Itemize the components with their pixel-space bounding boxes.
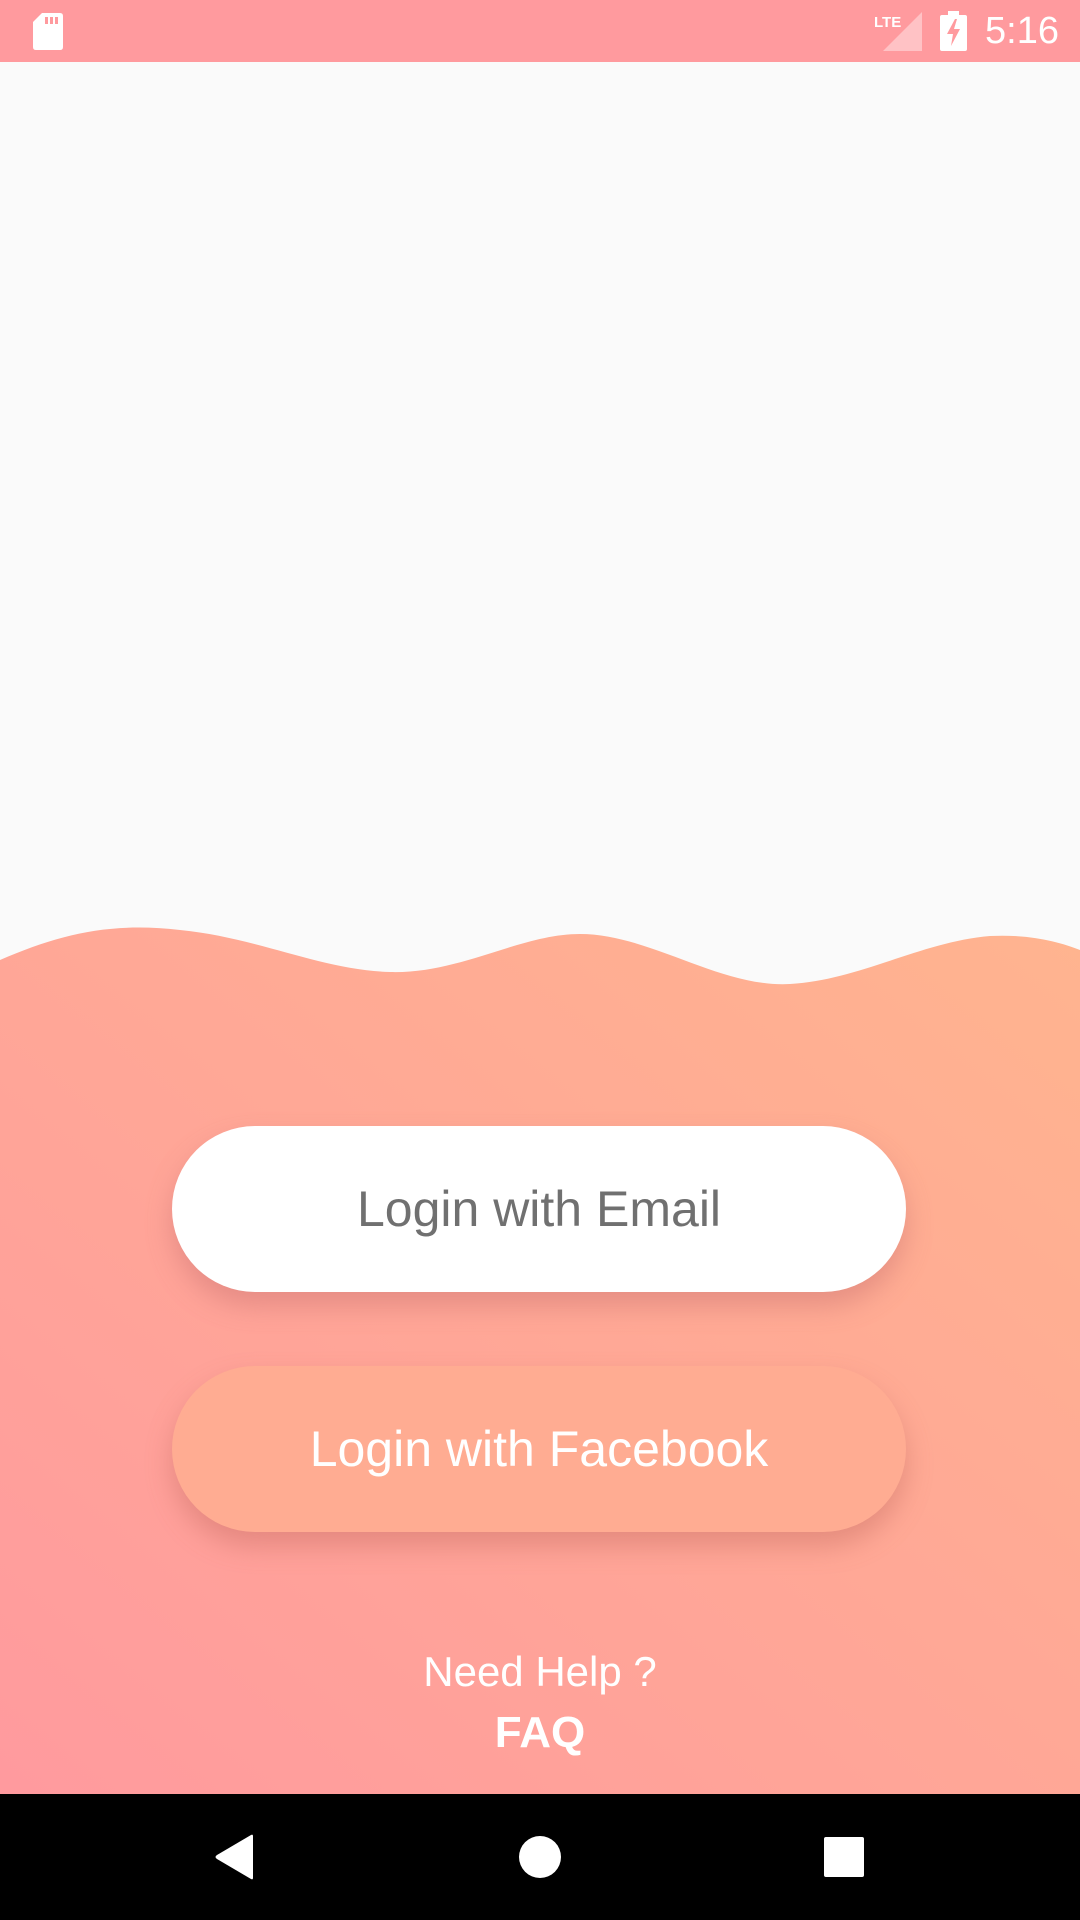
battery-charging-icon [940, 11, 967, 51]
wave-background [0, 927, 1080, 1794]
need-help-text: Need Help ? [423, 1648, 657, 1695]
home-icon [519, 1836, 561, 1878]
back-button[interactable] [199, 1821, 271, 1893]
login-content: Login with Email Login with Facebook Nee… [0, 62, 1080, 1794]
home-button[interactable] [504, 1821, 576, 1893]
sd-card-icon [33, 13, 63, 50]
back-icon [215, 1834, 253, 1880]
recents-icon [824, 1837, 864, 1877]
lte-label: LTE [874, 14, 901, 31]
clock: 5:16 [985, 10, 1059, 52]
faq-link[interactable]: FAQ [0, 1707, 1080, 1759]
lte-signal-icon: LTE [874, 12, 922, 51]
login-facebook-label: Login with Facebook [309, 1421, 769, 1477]
status-bar: LTE 5:16 [0, 0, 1080, 62]
recents-button[interactable] [808, 1821, 880, 1893]
login-email-label: Login with Email [356, 1181, 722, 1237]
login-email-button[interactable]: Login with Email [172, 1126, 906, 1292]
login-screen: LTE 5:16 Login with Email Login with Fac… [0, 0, 1080, 1920]
login-facebook-button[interactable]: Login with Facebook [172, 1366, 906, 1532]
navigation-bar [0, 1794, 1080, 1920]
